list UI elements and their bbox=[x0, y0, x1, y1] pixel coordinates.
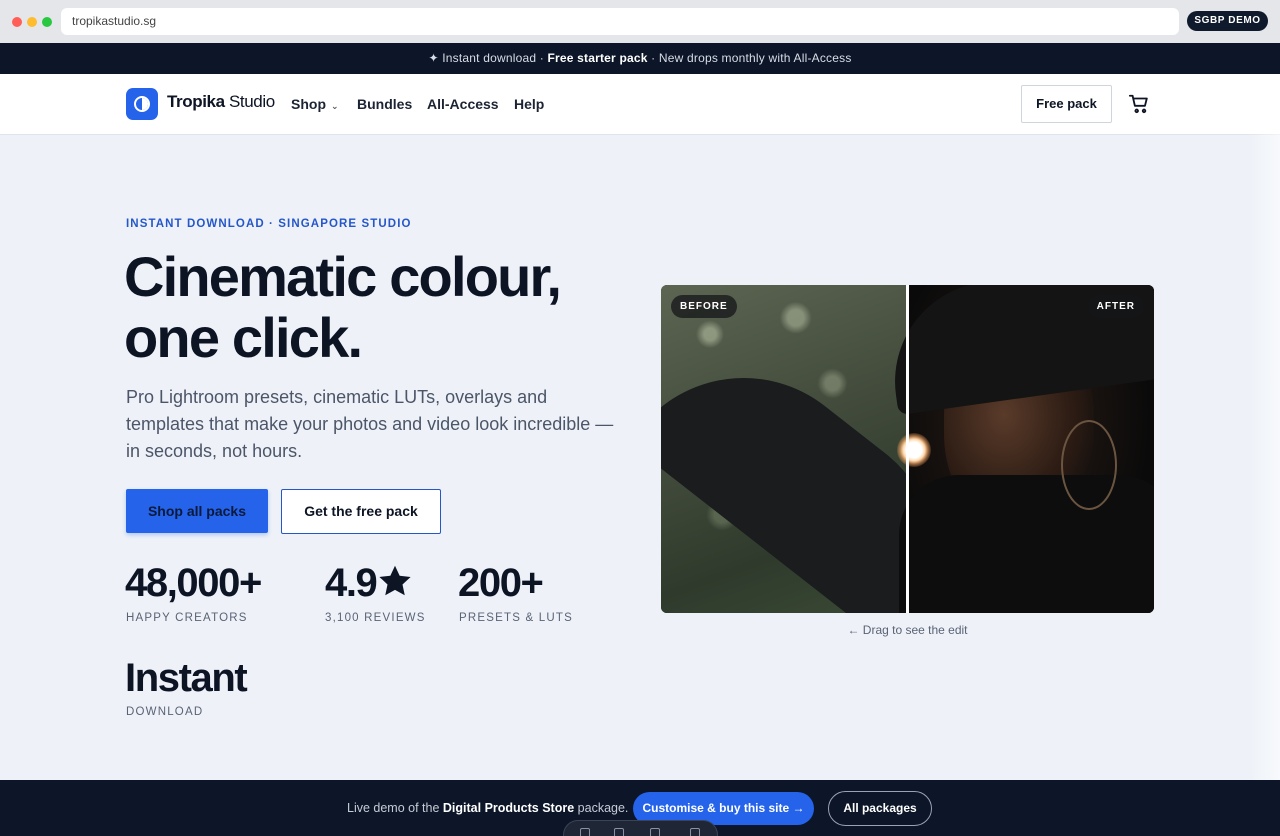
brand-rest: Studio bbox=[224, 92, 275, 111]
stat-instant-label: DOWNLOAD bbox=[126, 706, 204, 718]
address-bar[interactable]: tropikastudio.sg bbox=[61, 8, 1179, 35]
stat-presets-value: 200+ bbox=[458, 561, 544, 605]
nav-shop[interactable]: Shop ⌄ bbox=[291, 96, 339, 112]
star-icon bbox=[379, 565, 412, 596]
edge-shadow bbox=[1250, 74, 1280, 780]
after-tag: AFTER bbox=[1087, 295, 1144, 318]
announcement-highlight: Free starter pack bbox=[547, 51, 648, 65]
hero-title-line2: one click. bbox=[124, 306, 363, 369]
minimize-window-icon[interactable] bbox=[27, 17, 37, 27]
light-flare bbox=[897, 433, 931, 467]
stat-rating-label: 3,100 REVIEWS bbox=[325, 612, 426, 624]
demo-text-suffix: package. bbox=[574, 801, 629, 815]
floating-toolbar[interactable] bbox=[563, 820, 718, 836]
logo-icon[interactable] bbox=[126, 88, 158, 120]
toolbar-tool-icon[interactable] bbox=[690, 828, 700, 836]
toolbar-tool-icon[interactable] bbox=[614, 828, 624, 836]
stat-creators-value: 48,000+ bbox=[125, 561, 262, 605]
stat-creators-label: HAPPY CREATORS bbox=[126, 612, 248, 624]
brand-bold: Tropika bbox=[167, 92, 225, 111]
all-packages-button[interactable]: All packages bbox=[828, 791, 932, 826]
toolbar-tool-icon[interactable] bbox=[650, 828, 660, 836]
toolbar-tool-icon[interactable] bbox=[580, 828, 590, 836]
demo-badge: SGBP DEMO bbox=[1187, 11, 1268, 31]
nav-help[interactable]: Help bbox=[514, 96, 544, 112]
stat-instant-value: Instant bbox=[125, 656, 248, 700]
earring-detail bbox=[1061, 420, 1117, 510]
hero-title-line1: Cinematic colour, bbox=[124, 245, 562, 308]
chevron-down-icon: ⌄ bbox=[331, 101, 339, 111]
announcement-prefix: ✦ Instant download · bbox=[428, 51, 548, 65]
hero-eyebrow: INSTANT DOWNLOAD · SINGAPORE STUDIO bbox=[126, 218, 412, 230]
nav-shop-label: Shop bbox=[291, 96, 326, 112]
hero-description: Pro Lightroom presets, cinematic LUTs, o… bbox=[126, 387, 614, 461]
stat-presets-label: PRESETS & LUTS bbox=[459, 612, 573, 624]
stat-rating: 4.9 bbox=[325, 560, 413, 606]
announcement-suffix: · New drops monthly with All-Access bbox=[647, 51, 852, 65]
get-free-pack-button[interactable]: Get the free pack bbox=[281, 489, 441, 534]
announcement-bar: ✦ Instant download · Free starter pack ·… bbox=[0, 43, 1280, 74]
close-window-icon[interactable] bbox=[12, 17, 22, 27]
after-image bbox=[882, 285, 1154, 613]
hero-title: Cinematic colour, one click. bbox=[124, 246, 624, 368]
before-tag: BEFORE bbox=[671, 295, 737, 318]
demo-text: Live demo of the Digital Products Store … bbox=[347, 801, 628, 815]
stat-rating-value: 4.9 bbox=[325, 561, 378, 605]
before-image bbox=[661, 285, 989, 613]
drag-hint: ← Drag to see the edit bbox=[847, 623, 968, 637]
browser-chrome: tropikastudio.sg SGBP DEMO bbox=[0, 0, 1280, 43]
nav-bundles[interactable]: Bundles bbox=[357, 96, 412, 112]
maximize-window-icon[interactable] bbox=[42, 17, 52, 27]
demo-text-prefix: Live demo of the bbox=[347, 801, 443, 815]
free-pack-button[interactable]: Free pack bbox=[1021, 85, 1112, 123]
site-header: Tropika Studio Shop ⌄ Bundles All-Access … bbox=[0, 74, 1280, 135]
nav-all-access[interactable]: All-Access bbox=[427, 96, 499, 112]
before-after-slider[interactable]: BEFORE AFTER bbox=[661, 285, 1154, 613]
demo-package-name: Digital Products Store bbox=[442, 801, 575, 815]
cart-icon[interactable] bbox=[1128, 93, 1150, 115]
shop-all-packs-button[interactable]: Shop all packs bbox=[126, 489, 268, 533]
slider-handle[interactable] bbox=[906, 285, 909, 613]
brand-name[interactable]: Tropika Studio bbox=[167, 92, 275, 112]
